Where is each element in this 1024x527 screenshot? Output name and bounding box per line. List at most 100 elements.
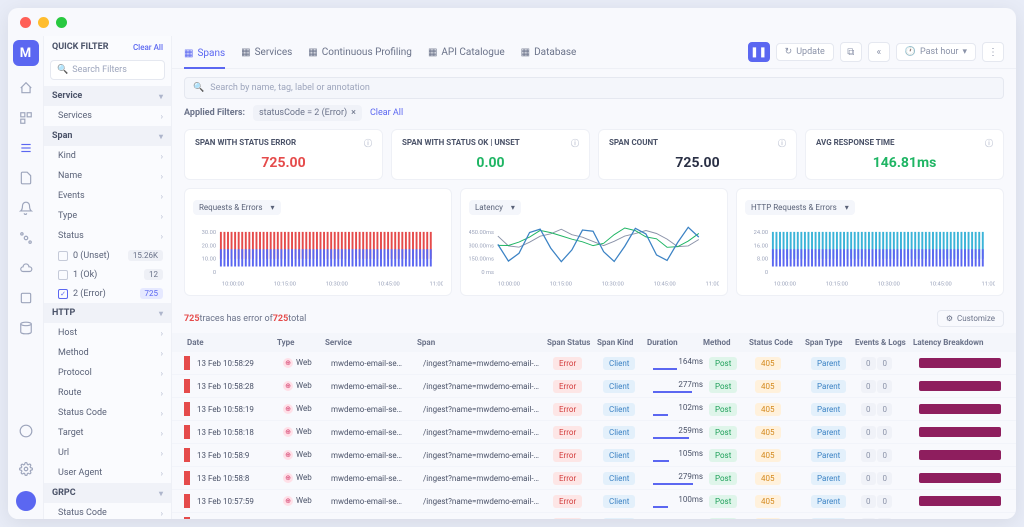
sidebar-item[interactable]: Status Code› xyxy=(44,503,171,519)
sidebar-item[interactable]: Route› xyxy=(44,383,171,403)
settings-icon[interactable] xyxy=(18,461,34,477)
table-row[interactable]: 13 Feb 10:58:18 ⊕Web mwdemo-email-se… /i… xyxy=(172,421,1016,444)
sidebar-item[interactable]: User Agent› xyxy=(44,463,171,483)
metric-card: SPAN COUNTⓘ725.00 xyxy=(598,129,797,180)
traces-icon[interactable] xyxy=(18,140,34,156)
svg-text:0 ms: 0 ms xyxy=(481,270,494,276)
sidebar-item[interactable]: Status› xyxy=(44,226,171,246)
close-dot[interactable] xyxy=(20,17,31,28)
close-icon[interactable]: × xyxy=(351,108,356,118)
tab-continuous-profiling[interactable]: ▦Continuous Profiling xyxy=(308,43,412,62)
tab-api-catalogue[interactable]: ▦API Catalogue xyxy=(428,43,505,62)
copy-icon[interactable]: ⧉ xyxy=(840,42,862,62)
svg-text:10:30:00: 10:30:00 xyxy=(878,282,900,288)
network-icon[interactable] xyxy=(18,230,34,246)
table-row[interactable]: 13 Feb 10:58:9 ⊕Web mwdemo-email-se… /in… xyxy=(172,444,1016,467)
pause-button[interactable]: ❚❚ xyxy=(748,42,770,62)
sidebar-item[interactable]: Services› xyxy=(44,106,171,126)
dashboard-icon[interactable] xyxy=(18,110,34,126)
svg-text:10:00:00: 10:00:00 xyxy=(222,282,244,288)
svg-text:11:00:00: 11:00:00 xyxy=(982,282,995,288)
svg-text:0: 0 xyxy=(213,270,216,276)
sidebar-item[interactable]: Protocol› xyxy=(44,363,171,383)
svg-text:10:45:00: 10:45:00 xyxy=(378,282,400,288)
main-tabs: ▦Spans ▦Services ▦Continuous Profiling ▦API… xyxy=(172,36,1016,69)
clear-all-link[interactable]: Clear All xyxy=(133,43,163,52)
table-row[interactable]: 13 Feb 10:58:29 ⊕Web mwdemo-email-se… /i… xyxy=(172,352,1016,375)
sidebar-item[interactable]: Type› xyxy=(44,206,171,226)
sidebar-item[interactable]: Url› xyxy=(44,443,171,463)
table-row[interactable]: 13 Feb 10:58:8 ⊕Web mwdemo-email-se… /in… xyxy=(172,467,1016,490)
update-button[interactable]: ↻Update xyxy=(776,43,834,61)
filter-checkbox[interactable]: 0 (Unset)15.26K xyxy=(44,246,171,265)
minimize-dot[interactable] xyxy=(38,17,49,28)
svg-text:30.00: 30.00 xyxy=(202,230,216,236)
maximize-dot[interactable] xyxy=(56,17,67,28)
search-icon: 🔍 xyxy=(193,83,204,93)
metric-card: SPAN WITH STATUS ERRORⓘ725.00 xyxy=(184,129,383,180)
alerts-icon[interactable] xyxy=(18,200,34,216)
table-row[interactable]: 13 Feb 10:58:28 ⊕Web mwdemo-email-se… /i… xyxy=(172,375,1016,398)
database-icon[interactable] xyxy=(18,320,34,336)
clear-filters[interactable]: Clear All xyxy=(370,108,403,118)
time-picker[interactable]: 🕐Past hour▾ xyxy=(896,43,976,61)
integration-icon[interactable] xyxy=(18,290,34,306)
filter-checkbox[interactable]: 1 (Ok)12 xyxy=(44,265,171,284)
svg-text:10.00: 10.00 xyxy=(202,257,216,263)
sidebar-item[interactable]: Method› xyxy=(44,343,171,363)
home-icon[interactable] xyxy=(18,80,34,96)
sidebar-item[interactable]: Name› xyxy=(44,166,171,186)
customize-button[interactable]: ⚙Customize xyxy=(937,310,1004,327)
error-count: 725 xyxy=(184,314,200,324)
filter-search[interactable]: 🔍 Search Filters xyxy=(50,60,165,80)
logs-icon[interactable] xyxy=(18,170,34,186)
collapse-icon[interactable]: « xyxy=(868,42,890,62)
metric-card: AVG RESPONSE TIMEⓘ146.81ms xyxy=(805,129,1004,180)
svg-text:16.00: 16.00 xyxy=(754,243,768,249)
sidebar-item[interactable]: Target› xyxy=(44,423,171,443)
search-icon: 🔍 xyxy=(57,65,68,75)
filter-sidebar: QUICK FILTER Clear All 🔍 Search Filters … xyxy=(44,36,172,519)
tab-spans[interactable]: ▦Spans xyxy=(184,43,225,69)
filter-chip[interactable]: statusCode = 2 (Error)× xyxy=(253,105,362,121)
span-search[interactable]: 🔍 Search by name, tag, label or annotati… xyxy=(184,77,1004,99)
more-icon[interactable]: ⋮ xyxy=(982,42,1004,62)
metric-card: SPAN WITH STATUS OK | UNSETⓘ0.00 xyxy=(391,129,590,180)
sidebar-item[interactable]: Status Code› xyxy=(44,403,171,423)
svg-text:300.00ms: 300.00ms xyxy=(469,243,494,249)
table-row[interactable]: 13 Feb 10:57:59 ⊕Web mwdemo-email-se… /i… xyxy=(172,490,1016,513)
sidebar-section[interactable]: Service▾ xyxy=(44,86,171,106)
svg-text:11:00:00: 11:00:00 xyxy=(430,282,443,288)
chart-panel: Requests & Errors ▾30.0020.0010.00010:00… xyxy=(184,188,452,296)
filter-checkbox[interactable]: ✓2 (Error)725 xyxy=(44,284,171,303)
svg-text:10:15:00: 10:15:00 xyxy=(826,282,848,288)
svg-text:150.00ms: 150.00ms xyxy=(469,257,494,263)
chart-selector[interactable]: Latency ▾ xyxy=(469,200,521,215)
table-row[interactable]: 13 Feb 10:57:58 ⊕Web mwdemo-email-se… /i… xyxy=(172,513,1016,519)
app-logo[interactable]: M xyxy=(13,40,39,66)
sidebar-item[interactable]: Kind› xyxy=(44,146,171,166)
tab-services[interactable]: ▦Services xyxy=(241,43,292,62)
chart-selector[interactable]: HTTP Requests & Errors ▾ xyxy=(745,200,855,215)
sidebar-item[interactable]: Host› xyxy=(44,323,171,343)
table-row[interactable]: 13 Feb 10:58:19 ⊕Web mwdemo-email-se… /i… xyxy=(172,398,1016,421)
table-header: DateType ServiceSpan Span StatusSpan Kin… xyxy=(172,333,1016,352)
sidebar-section[interactable]: HTTP▾ xyxy=(44,303,171,323)
total-count: 725 xyxy=(273,314,289,324)
window-titlebar xyxy=(8,8,1016,36)
svg-text:24.00: 24.00 xyxy=(754,230,768,236)
chart-selector[interactable]: Requests & Errors ▾ xyxy=(193,200,281,215)
svg-text:10:30:00: 10:30:00 xyxy=(602,282,624,288)
svg-text:8.00: 8.00 xyxy=(757,257,768,263)
sidebar-section[interactable]: Span▾ xyxy=(44,126,171,146)
sidebar-item[interactable]: Events› xyxy=(44,186,171,206)
help-icon[interactable] xyxy=(18,423,34,439)
svg-text:10:15:00: 10:15:00 xyxy=(550,282,572,288)
search-placeholder: Search Filters xyxy=(72,65,127,75)
tab-database[interactable]: ▦Database xyxy=(521,43,577,62)
cloud-icon[interactable] xyxy=(18,260,34,276)
search-placeholder: Search by name, tag, label or annotation xyxy=(210,83,370,93)
svg-text:0: 0 xyxy=(765,270,768,276)
sidebar-section[interactable]: GRPC▾ xyxy=(44,483,171,503)
avatar[interactable] xyxy=(16,491,36,511)
